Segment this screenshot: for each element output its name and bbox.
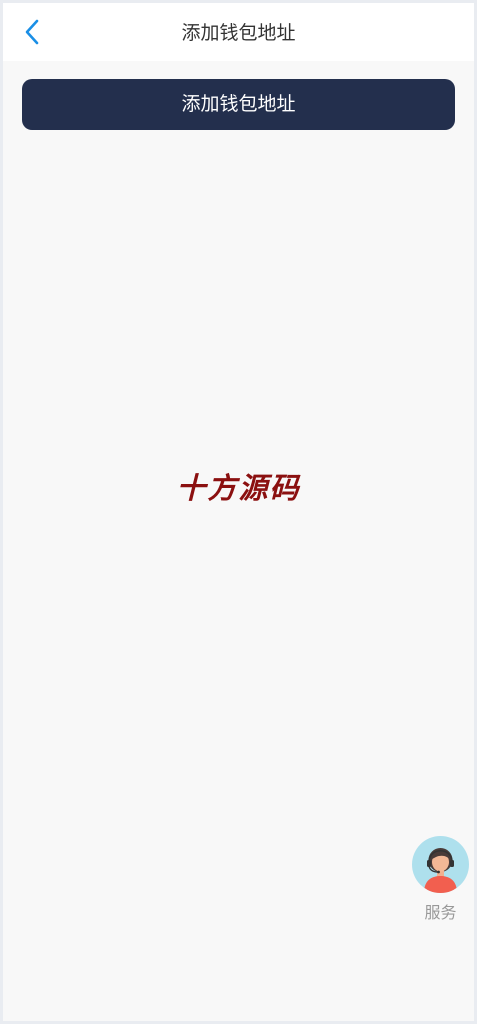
app-screen: 添加钱包地址 添加钱包地址 十方源码 服务: [3, 3, 474, 1021]
customer-service-label: 服务: [424, 903, 457, 922]
customer-service-agent-icon: [412, 836, 469, 893]
customer-service-button[interactable]: 服务: [412, 836, 470, 922]
header: 添加钱包地址: [3, 3, 474, 61]
page-title: 添加钱包地址: [181, 22, 296, 44]
watermark-text: 十方源码: [176, 471, 301, 505]
add-wallet-address-button[interactable]: 添加钱包地址: [22, 79, 455, 130]
